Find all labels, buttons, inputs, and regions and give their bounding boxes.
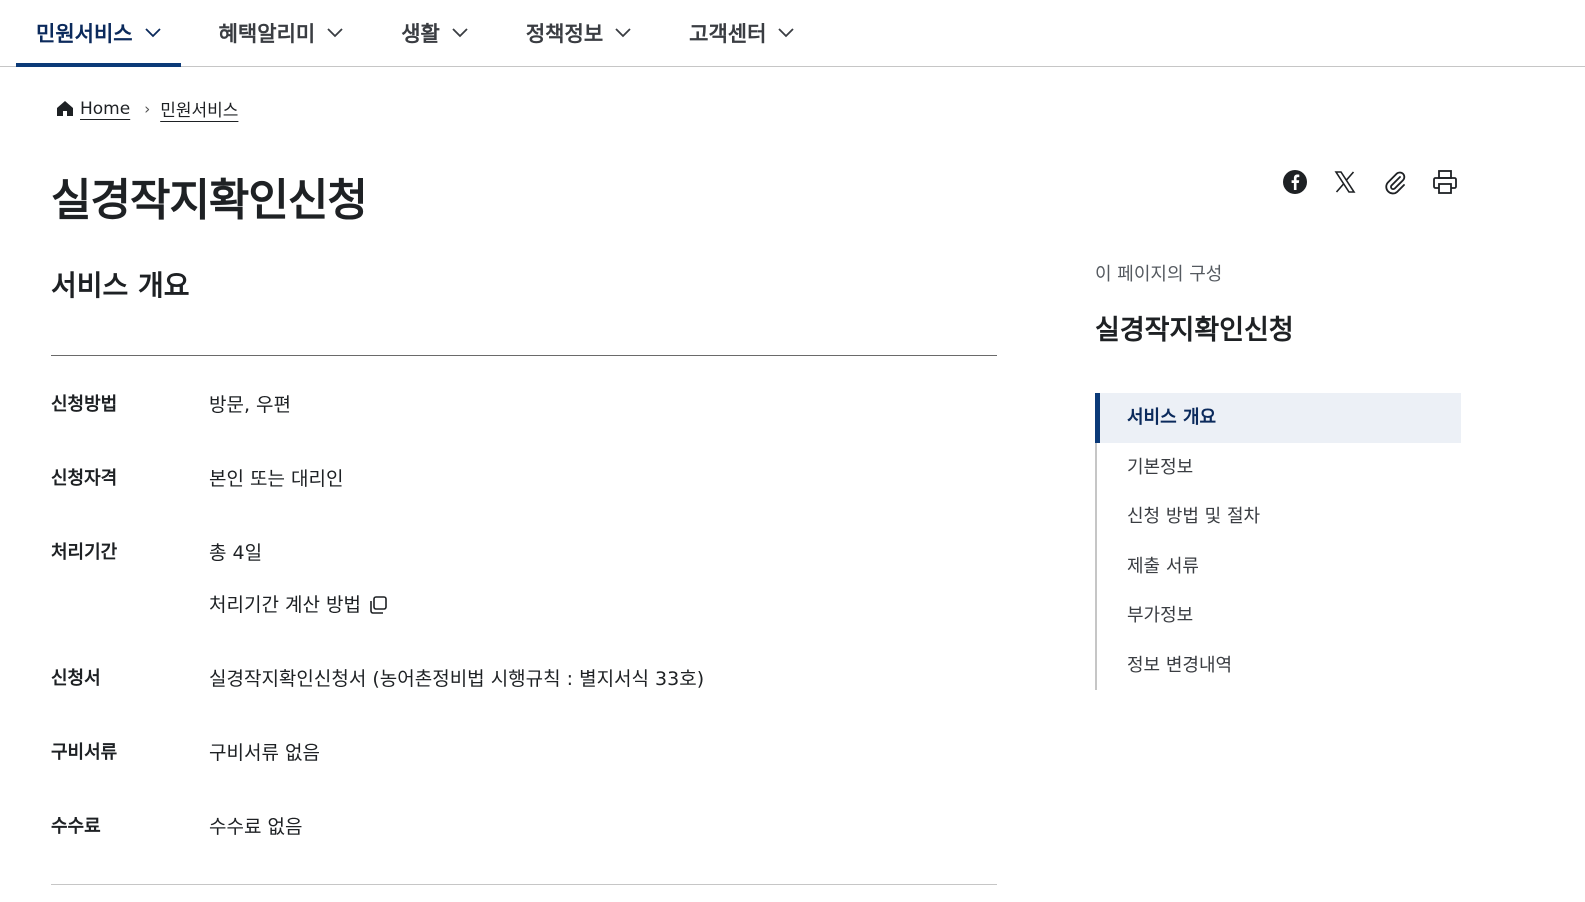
info-label: 구비서류 — [51, 742, 118, 763]
nav-item-customer-center[interactable]: 고객센터 — [669, 0, 814, 66]
breadcrumb-current-link[interactable]: 민원서비스 — [160, 96, 238, 121]
link-label: 처리기간 계산 방법 — [209, 594, 361, 616]
info-value: 총 4일 — [209, 542, 263, 564]
share-toolbar — [1280, 164, 1460, 200]
info-value: 수수료 없음 — [209, 816, 303, 838]
paperclip-icon[interactable] — [1380, 164, 1410, 200]
info-label: 신청방법 — [51, 394, 118, 415]
breadcrumb: Home › 민원서비스 — [56, 96, 238, 121]
toc-title: 실경작지확인신청 — [1095, 315, 1294, 346]
section-title: 서비스 개요 — [51, 269, 190, 302]
toc-item-basic-info[interactable]: 기본정보 — [1097, 443, 1461, 493]
breadcrumb-home-link[interactable]: Home — [80, 99, 130, 119]
top-navigation: 민원서비스 혜택알리미 생활 정책정보 고객센터 — [0, 0, 1585, 67]
nav-item-label: 생활 — [401, 22, 440, 46]
info-value: 방문, 우편 — [209, 394, 291, 416]
info-value-group: 총 4일 처리기간 계산 방법 — [209, 537, 389, 621]
info-row-application-form: 신청서 실경작지확인신청서 (농어촌정비법 시행규칙 : 별지서식 33호) — [51, 663, 997, 695]
section-divider-bottom — [51, 884, 997, 885]
chevron-down-icon — [452, 28, 468, 38]
chevron-down-icon — [615, 28, 631, 38]
table-of-contents: 이 페이지의 구성 실경작지확인신청 서비스 개요 기본정보 신청 방법 및 절… — [1095, 260, 1461, 690]
nav-item-label: 민원서비스 — [36, 22, 133, 46]
info-label: 처리기간 — [51, 542, 118, 563]
info-row-processing-period: 처리기간 총 4일 처리기간 계산 방법 — [51, 537, 997, 621]
info-label: 신청자격 — [51, 468, 118, 489]
toc-item-change-history[interactable]: 정보 변경내역 — [1097, 641, 1461, 691]
info-row-documents: 구비서류 구비서류 없음 — [51, 737, 997, 769]
info-row-eligibility: 신청자격 본인 또는 대리인 — [51, 463, 997, 495]
nav-item-label: 고객센터 — [689, 22, 767, 46]
chevron-right-icon: › — [144, 99, 151, 118]
service-overview-table: 신청방법 방문, 우편 신청자격 본인 또는 대리인 처리기간 총 4일 처리기… — [51, 389, 997, 885]
section-divider — [51, 355, 997, 356]
info-row-method: 신청방법 방문, 우편 — [51, 389, 997, 421]
copy-popup-icon — [370, 596, 387, 614]
toc-item-application-procedure[interactable]: 신청 방법 및 절차 — [1097, 492, 1461, 542]
page-title: 실경작지확인신청 — [51, 175, 368, 226]
info-label: 신청서 — [51, 668, 101, 689]
chevron-down-icon — [778, 28, 795, 38]
toc-item-submission-documents[interactable]: 제출 서류 — [1097, 542, 1461, 592]
toc-list: 서비스 개요 기본정보 신청 방법 및 절차 제출 서류 부가정보 정보 변경내… — [1095, 393, 1461, 690]
info-row-fee: 수수료 수수료 없음 — [51, 811, 997, 843]
info-value: 본인 또는 대리인 — [209, 468, 344, 490]
chevron-down-icon — [327, 28, 343, 38]
home-icon — [56, 100, 74, 117]
toc-item-service-overview[interactable]: 서비스 개요 — [1095, 393, 1461, 443]
chevron-down-icon — [144, 28, 161, 38]
facebook-icon[interactable] — [1280, 164, 1310, 200]
info-value: 구비서류 없음 — [209, 742, 320, 764]
nav-item-policy[interactable]: 정책정보 — [506, 0, 651, 66]
info-value: 실경작지확인신청서 (농어촌정비법 시행규칙 : 별지서식 33호) — [209, 668, 705, 690]
nav-item-label: 혜택알리미 — [218, 22, 316, 46]
processing-period-calc-link[interactable]: 처리기간 계산 방법 — [209, 589, 389, 621]
x-icon[interactable] — [1330, 164, 1360, 200]
nav-item-civil-services[interactable]: 민원서비스 — [16, 0, 181, 67]
toc-item-additional-info[interactable]: 부가정보 — [1097, 591, 1461, 641]
printer-icon[interactable] — [1430, 164, 1460, 200]
nav-item-label: 정책정보 — [525, 22, 604, 46]
info-label: 수수료 — [51, 816, 101, 837]
toc-caption: 이 페이지의 구성 — [1095, 264, 1223, 285]
nav-item-benefits[interactable]: 혜택알리미 — [199, 0, 364, 66]
nav-item-life[interactable]: 생활 — [381, 0, 488, 66]
